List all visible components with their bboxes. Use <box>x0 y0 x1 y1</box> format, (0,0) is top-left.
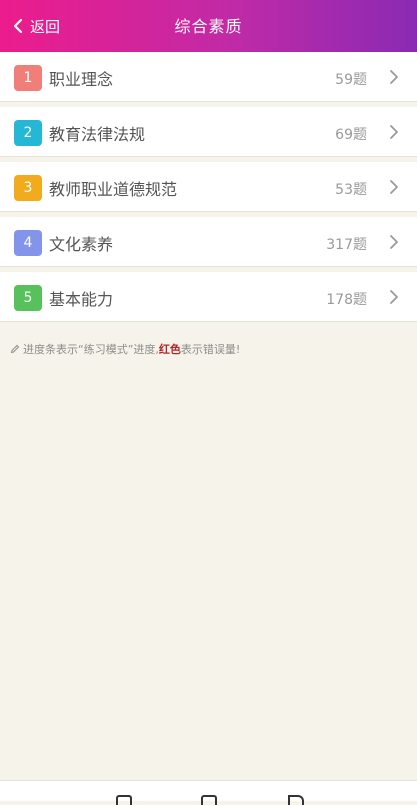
item-label: 教师职业道德规范 <box>49 180 178 199</box>
category-list: 1 职业理念 59题 2 教育法律法规 69题 3 教师职业道德规范 53题 4… <box>0 52 417 327</box>
nav-icon[interactable] <box>288 795 304 805</box>
app-header: 返回 综合素质 <box>0 0 417 52</box>
page-title: 综合素质 <box>174 17 243 36</box>
bottom-nav-bar <box>0 780 417 805</box>
list-item[interactable]: 2 教育法律法规 69题 <box>0 107 417 156</box>
list-item[interactable]: 5 基本能力 178题 <box>0 272 417 321</box>
hint-suffix: 表示错误量! <box>180 343 241 356</box>
item-count: 317题 <box>326 237 367 253</box>
item-number-badge: 2 <box>14 120 42 146</box>
item-number-badge: 4 <box>14 230 42 256</box>
pencil-icon <box>10 344 20 354</box>
chevron-right-icon <box>390 290 398 304</box>
item-number-badge: 3 <box>14 175 42 201</box>
item-label: 职业理念 <box>49 70 114 89</box>
hint-highlight: 红色 <box>158 343 181 356</box>
list-item[interactable]: 3 教师职业道德规范 53题 <box>0 162 417 211</box>
item-count: 178题 <box>326 292 367 308</box>
chevron-right-icon <box>390 125 398 139</box>
chevron-right-icon <box>390 235 398 249</box>
chevron-right-icon <box>390 180 398 194</box>
item-label: 教育法律法规 <box>49 125 146 144</box>
chevron-right-icon <box>390 70 398 84</box>
nav-icon[interactable] <box>201 795 217 805</box>
item-count: 53题 <box>335 182 367 198</box>
item-label: 基本能力 <box>49 290 114 309</box>
list-item[interactable]: 4 文化素养 317题 <box>0 217 417 266</box>
progress-hint: 进度条表示“练习模式”进度, 红色 表示错误量! <box>10 341 240 357</box>
item-number-badge: 5 <box>14 285 42 311</box>
hint-prefix: 进度条表示“练习模式”进度, <box>23 343 159 356</box>
item-number-badge: 1 <box>14 65 42 91</box>
list-item[interactable]: 1 职业理念 59题 <box>0 52 417 101</box>
nav-icon[interactable] <box>116 795 132 805</box>
item-count: 69题 <box>335 127 367 143</box>
item-count: 59题 <box>335 72 367 88</box>
item-label: 文化素养 <box>49 235 114 254</box>
